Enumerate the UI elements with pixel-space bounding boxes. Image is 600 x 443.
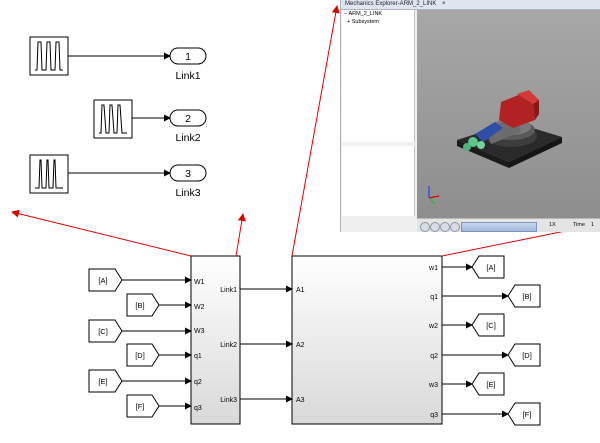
tag-label: [D] (522, 351, 532, 360)
port-label: q1 (430, 294, 438, 301)
port-label: A3 (296, 397, 305, 404)
goto-tag-f[interactable]: [F] (507, 402, 541, 426)
outport-number: 1 (185, 51, 191, 63)
from-tag-c[interactable]: [C] (88, 319, 123, 343)
collapse-icon[interactable]: − (344, 11, 347, 17)
port-label: w2 (428, 323, 438, 330)
fast-forward-button[interactable] (450, 222, 460, 232)
tag-label: [A] (486, 263, 495, 272)
port-label: Link3 (220, 397, 237, 404)
tree-item-child[interactable]: + Subsystem (342, 18, 414, 26)
port-label: w3 (428, 382, 438, 389)
from-tag-d[interactable]: [D] (126, 343, 160, 367)
tree-item-root[interactable]: − ARM_2_LINK (342, 10, 414, 18)
outport-name: Link2 (175, 132, 200, 144)
time-slider[interactable] (461, 222, 537, 232)
pulse-generator-1[interactable] (29, 36, 69, 76)
goto-tag-e[interactable]: [E] (471, 372, 505, 396)
goto-tag-d[interactable]: [D] (507, 343, 541, 367)
speed-label: 1X (549, 222, 556, 228)
port-label: A1 (296, 287, 305, 294)
step-back-button[interactable] (430, 222, 440, 232)
goto-tag-c[interactable]: [C] (471, 313, 505, 337)
subsystem-block-1[interactable]: W1 W2 W3 q1 q2 q3 Link1 Link2 Link3 (190, 255, 241, 425)
port-label: w1 (428, 265, 438, 272)
port-label: W3 (194, 328, 205, 335)
3d-viewport[interactable] (417, 10, 600, 218)
properties-panel[interactable] (342, 146, 415, 216)
pulse-generator-2[interactable] (93, 99, 133, 139)
annotation-arrow (291, 5, 340, 257)
tab-title: Mechanics Explorer-ARM_2_LINK (345, 1, 437, 7)
annotation-arrow (11, 209, 192, 257)
tag-label: [C] (486, 321, 496, 330)
port-label: W1 (194, 279, 205, 286)
expand-icon[interactable]: + (347, 19, 350, 25)
port-label: q3 (430, 412, 438, 419)
port-label: Link2 (220, 342, 237, 349)
annotation-arrow (235, 213, 246, 257)
tag-label: [B] (522, 292, 531, 301)
outport-name: Link3 (175, 187, 200, 199)
close-icon[interactable]: × (442, 1, 446, 7)
outport-1[interactable]: 1 Link1 (169, 47, 207, 82)
from-tag-f[interactable]: [F] (126, 394, 160, 418)
tree-child-label: Subsystem (351, 19, 379, 25)
subsystem-block-2[interactable]: A1 A2 A3 w1 q1 w2 q2 w3 q3 (291, 255, 443, 425)
outport-2[interactable]: 2 Link2 (169, 109, 207, 144)
tag-label: [E] (486, 380, 495, 389)
tag-label: [B] (135, 301, 144, 310)
port-label: q2 (194, 379, 202, 386)
tag-label: [C] (98, 327, 108, 336)
port-label: q2 (430, 353, 438, 360)
rewind-button[interactable] (420, 222, 430, 232)
tag-label: [F] (136, 402, 145, 411)
playback-toolbar: 1X Time 1 (417, 218, 600, 232)
goto-tag-b[interactable]: [B] (507, 284, 541, 308)
time-label: Time (573, 222, 586, 228)
from-tag-b[interactable]: [B] (126, 293, 160, 317)
outport-3[interactable]: 3 Link3 (169, 164, 207, 199)
model-tree-panel[interactable]: − ARM_2_LINK + Subsystem (342, 10, 415, 142)
tag-label: [E] (98, 377, 107, 386)
outport-number: 2 (185, 113, 191, 125)
goto-tag-a[interactable]: [A] (471, 255, 505, 279)
play-button[interactable] (440, 222, 450, 232)
from-tag-e[interactable]: [E] (88, 369, 123, 393)
outport-number: 3 (185, 168, 191, 180)
port-label: Link1 (220, 287, 237, 294)
mechanics-explorer-window[interactable]: Mechanics Explorer-ARM_2_LINK × − ARM_2_… (340, 0, 600, 232)
time-value: 1 (591, 222, 595, 228)
tree-root-label: ARM_2_LINK (348, 11, 383, 17)
port-label: W2 (194, 304, 205, 311)
mechanics-explorer-tab[interactable]: Mechanics Explorer-ARM_2_LINK × (341, 0, 600, 10)
pulse-generator-3[interactable] (29, 154, 69, 194)
port-label: q3 (194, 405, 202, 412)
tag-label: [F] (523, 410, 532, 419)
robot-arm-render (428, 90, 562, 205)
tag-label: [A] (98, 276, 107, 285)
from-tag-a[interactable]: [A] (88, 268, 123, 292)
outport-name: Link1 (175, 70, 200, 82)
port-label: A2 (296, 342, 305, 349)
tag-label: [D] (135, 351, 145, 360)
port-label: q1 (194, 353, 202, 360)
